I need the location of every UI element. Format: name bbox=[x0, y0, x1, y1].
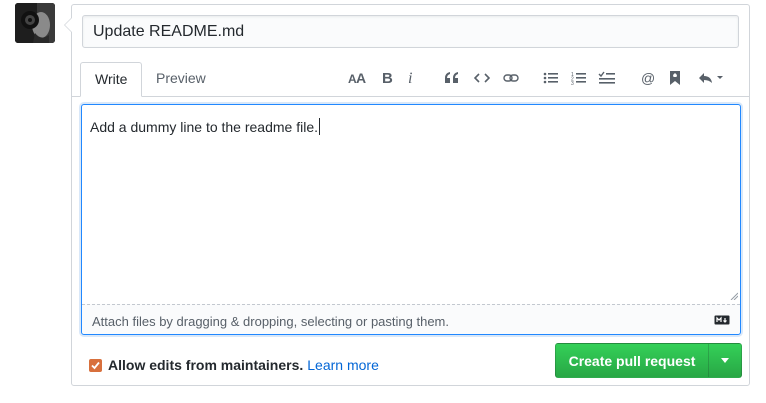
link-icon[interactable] bbox=[500, 67, 522, 89]
svg-text:i: i bbox=[408, 70, 412, 86]
avatar[interactable] bbox=[15, 3, 55, 43]
title-input[interactable] bbox=[82, 15, 739, 48]
avatar-image bbox=[15, 3, 55, 43]
allow-edits-label: Allow edits from maintainers. bbox=[108, 357, 304, 373]
allow-edits-row: Allow edits from maintainers. Learn more bbox=[89, 355, 379, 375]
code-icon[interactable] bbox=[471, 67, 493, 89]
learn-more-link[interactable]: Learn more bbox=[307, 357, 379, 373]
attach-files-text: Attach files by dragging & dropping, sel… bbox=[92, 314, 449, 329]
italic-icon[interactable]: i bbox=[400, 67, 422, 89]
bold-icon[interactable]: B bbox=[376, 67, 398, 89]
checkmark-icon bbox=[91, 361, 100, 369]
create-pull-request-button-group: Create pull request bbox=[555, 343, 742, 378]
unordered-list-icon[interactable] bbox=[540, 67, 562, 89]
attach-files-bar[interactable]: Attach files by dragging & dropping, sel… bbox=[82, 304, 740, 334]
pull-request-form: Write Preview AA B i 123 @ bbox=[64, 4, 750, 386]
text-size-icon[interactable]: AA bbox=[346, 67, 368, 89]
svg-text:3: 3 bbox=[571, 81, 574, 85]
markdown-icon[interactable] bbox=[714, 315, 730, 325]
svg-text:@: @ bbox=[641, 70, 655, 86]
comment-text: Add a dummy line to the readme file. bbox=[90, 118, 321, 135]
text-caret bbox=[319, 118, 321, 135]
chevron-down-icon bbox=[721, 358, 729, 363]
comment-textarea[interactable]: Add a dummy line to the readme file. Att… bbox=[81, 104, 741, 335]
svg-text:B: B bbox=[382, 70, 393, 86]
markdown-toolbar: AA B i 123 @ bbox=[342, 67, 742, 89]
resize-handle-icon[interactable] bbox=[730, 292, 738, 300]
tab-write[interactable]: Write bbox=[80, 62, 143, 97]
mention-icon[interactable]: @ bbox=[637, 67, 659, 89]
create-pull-request-dropdown[interactable] bbox=[708, 344, 741, 377]
reply-icon[interactable] bbox=[696, 67, 728, 89]
tab-preview[interactable]: Preview bbox=[142, 62, 220, 97]
allow-edits-checkbox[interactable] bbox=[89, 358, 102, 372]
create-pull-request-button[interactable]: Create pull request bbox=[556, 344, 708, 377]
bookmark-icon[interactable] bbox=[664, 67, 686, 89]
svg-text:A: A bbox=[356, 70, 366, 86]
task-list-icon[interactable] bbox=[596, 67, 618, 89]
quote-icon[interactable] bbox=[441, 67, 463, 89]
ordered-list-icon[interactable]: 123 bbox=[568, 67, 590, 89]
